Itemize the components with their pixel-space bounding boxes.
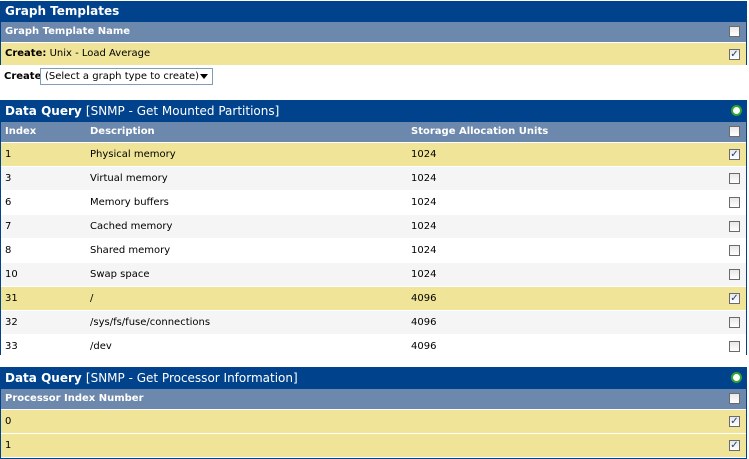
description-cell: Cached memory	[90, 221, 173, 232]
units-cell: 1024	[411, 197, 437, 208]
row-checkbox[interactable]: ✓	[729, 416, 740, 427]
row-checkbox[interactable]	[729, 173, 740, 184]
data-query-1-title-text: Data Query	[5, 104, 82, 118]
processor-index-cell: 1	[5, 440, 12, 451]
row-checkbox[interactable]	[729, 197, 740, 208]
data-query-2-subtitle: [SNMP - Get Processor Information]	[85, 371, 298, 385]
table-row[interactable]: 32/sys/fs/fuse/connections 4096	[1, 310, 746, 334]
description-header: Description	[90, 126, 155, 137]
table-row[interactable]: 8 Shared memory 1024	[1, 238, 746, 262]
processor-index-header: Processor Index Number	[5, 393, 144, 404]
index-cell: 8	[5, 245, 12, 256]
index-cell: 32	[5, 317, 18, 328]
row-checkbox[interactable]	[729, 317, 740, 328]
data-query-1-subtitle: [SNMP - Get Mounted Partitions]	[85, 104, 280, 118]
units-cell: 1024	[411, 221, 437, 232]
graph-type-select[interactable]: (Select a graph type to create)	[40, 68, 213, 85]
units-cell: 1024	[411, 149, 437, 160]
graph-template-row[interactable]: Create: Unix - Load Average ✓	[1, 42, 746, 65]
graph-template-name-header: Graph Template Name	[5, 26, 131, 37]
table-row[interactable]: 6 Memory buffers 1024	[1, 190, 746, 214]
graph-type-select-value: (Select a graph type to create)	[45, 71, 200, 82]
graph-templates-panel: Graph Templates Graph Template Name Crea…	[0, 1, 747, 65]
row-checkbox[interactable]	[729, 245, 740, 256]
table-row[interactable]: 0 ✓	[1, 409, 746, 433]
row-checkbox[interactable]	[729, 221, 740, 232]
table-row[interactable]: 7 Cached memory 1024	[1, 214, 746, 238]
reload-query-icon[interactable]	[731, 372, 742, 383]
units-cell: 1024	[411, 173, 437, 184]
graph-templates-header-row: Graph Template Name	[1, 22, 746, 42]
data-query-2-title: Data Query [SNMP - Get Processor Informa…	[1, 367, 746, 389]
description-cell: /	[90, 293, 94, 304]
description-cell: Physical memory	[90, 149, 176, 160]
graph-templates-select-all-checkbox[interactable]	[729, 26, 740, 37]
index-cell: 10	[5, 269, 18, 280]
create-graph-line: Create: (Select a graph type to create)	[0, 66, 747, 88]
graph-template-label: Create: Unix - Load Average	[5, 43, 150, 65]
row-checkbox[interactable]: ✓	[729, 293, 740, 304]
index-cell: 1	[5, 149, 12, 160]
table-row[interactable]: 1 Physical memory 1024 ✓	[1, 142, 746, 166]
index-header: Index	[5, 126, 37, 137]
units-cell: 4096	[411, 293, 437, 304]
table-row[interactable]: 31 / 4096 ✓	[1, 286, 746, 310]
data-query-mounted-partitions-panel: Data Query [SNMP - Get Mounted Partition…	[0, 100, 747, 358]
data-query-1-header-row: Index Description Storage Allocation Uni…	[1, 122, 746, 142]
row-checkbox[interactable]: ✓	[729, 440, 740, 451]
reload-query-icon[interactable]	[731, 105, 742, 116]
processor-index-cell: 0	[5, 416, 12, 427]
data-query-1-rows: 1 Physical memory 1024 ✓ 3 Virtual memory 1024…	[1, 142, 746, 358]
storage-allocation-units-header: Storage Allocation Units	[411, 126, 549, 137]
description-cell: Swap space	[90, 269, 150, 280]
graph-templates-title-text: Graph Templates	[5, 4, 120, 18]
graph-template-create-prefix: Create:	[5, 48, 47, 59]
chevron-down-icon	[200, 74, 208, 79]
row-checkbox[interactable]	[729, 341, 740, 352]
data-query-2-title-text: Data Query	[5, 371, 82, 385]
table-row[interactable]: 10 Swap space 1024	[1, 262, 746, 286]
table-row[interactable]: 1 ✓	[1, 433, 746, 457]
index-cell: 7	[5, 221, 12, 232]
index-cell: 31	[5, 293, 18, 304]
table-row[interactable]: 33/dev 4096	[1, 334, 746, 358]
units-cell: 4096	[411, 317, 437, 328]
data-query-2-rows: 0 ✓ 1 ✓	[1, 409, 746, 457]
graph-template-checkbox[interactable]: ✓	[729, 49, 740, 60]
units-cell: 4096	[411, 341, 437, 352]
data-query-2-select-all-checkbox[interactable]	[729, 393, 740, 404]
row-checkbox[interactable]	[729, 269, 740, 280]
data-query-1-select-all-checkbox[interactable]	[729, 126, 740, 137]
data-query-2-header-row: Processor Index Number	[1, 389, 746, 409]
row-checkbox[interactable]: ✓	[729, 149, 740, 160]
table-row[interactable]: 3 Virtual memory 1024	[1, 166, 746, 190]
index-cell: 6	[5, 197, 12, 208]
units-cell: 1024	[411, 269, 437, 280]
graph-template-name: Unix - Load Average	[49, 48, 151, 59]
units-cell: 1024	[411, 245, 437, 256]
index-cell: 3	[5, 173, 12, 184]
description-cell: Memory buffers	[90, 197, 169, 208]
index-cell: 33	[5, 341, 18, 352]
description-cell: /dev	[90, 341, 112, 352]
description-cell: Virtual memory	[90, 173, 168, 184]
description-cell: Shared memory	[90, 245, 171, 256]
data-query-processor-panel: Data Query [SNMP - Get Processor Informa…	[0, 367, 747, 459]
description-cell: /sys/fs/fuse/connections	[90, 317, 211, 328]
graph-templates-title: Graph Templates	[1, 1, 746, 22]
data-query-1-title: Data Query [SNMP - Get Mounted Partition…	[1, 100, 746, 122]
